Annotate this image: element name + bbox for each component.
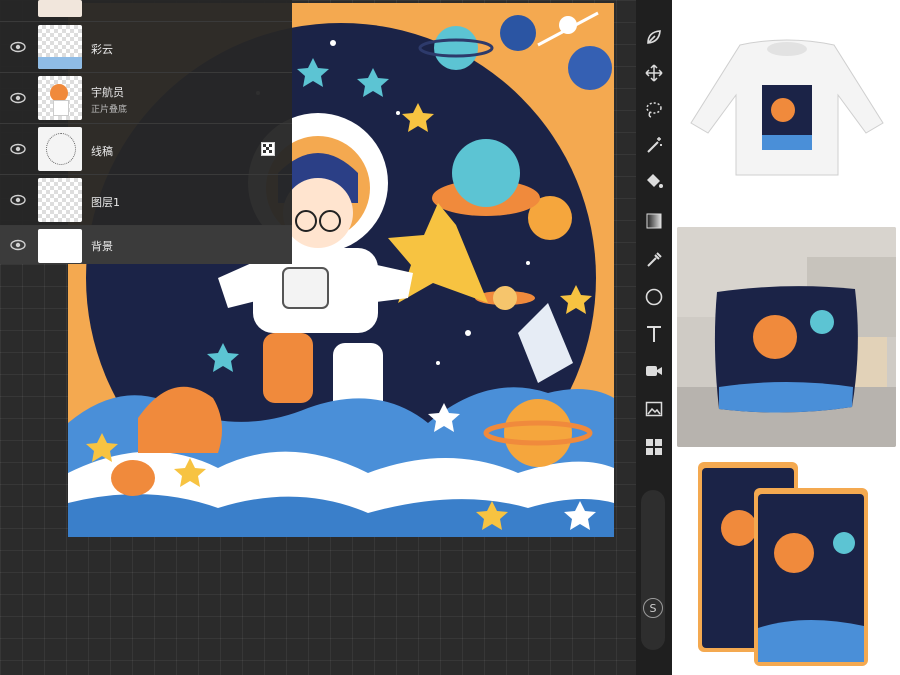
layer-row[interactable]: 线稿 (0, 123, 292, 174)
alpha-lock-icon[interactable] (261, 142, 275, 156)
eye-icon[interactable] (10, 90, 26, 106)
layer-name: 图层1 (91, 196, 120, 209)
sweatshirt-mockup (678, 5, 896, 217)
layer-row[interactable]: 图层1 (0, 174, 292, 225)
layer-name: 线稿 (91, 145, 113, 158)
gradient-icon[interactable] (644, 211, 664, 231)
layer-thumbnail-empty (38, 178, 82, 222)
layer-thumbnail (38, 0, 82, 17)
eye-icon[interactable] (10, 192, 26, 208)
ellipse-icon[interactable] (644, 287, 664, 307)
move-icon[interactable] (644, 63, 664, 83)
layer-thumbnail-astronaut (38, 76, 82, 120)
eyedropper-icon[interactable] (644, 250, 664, 270)
layer-row-partial[interactable] (0, 0, 292, 20)
s-button[interactable]: S (643, 598, 663, 618)
layer-thumbnail-clouds (38, 25, 82, 69)
eye-icon[interactable] (10, 237, 26, 253)
layer-thumbnail-lineart (38, 127, 82, 171)
grid-icon[interactable] (644, 437, 664, 457)
blend-mode-label: 正片叠底 (91, 105, 128, 115)
image-icon[interactable] (644, 399, 664, 419)
drawing-app: 彩云 宇航员 正片叠底 线稿 图层1 背景 S (0, 0, 672, 675)
layers-panel: 彩云 宇航员 正片叠底 线稿 图层1 背景 (0, 0, 292, 264)
lasso-icon[interactable] (644, 99, 664, 119)
layer-name: 背景 (91, 240, 113, 253)
eye-icon[interactable] (10, 39, 26, 55)
layer-row[interactable]: 宇航员 正片叠底 (0, 72, 292, 123)
paint-bucket-icon[interactable] (644, 171, 664, 191)
video-icon[interactable] (644, 361, 664, 381)
layer-row-selected[interactable]: 背景 (0, 225, 292, 264)
size-slider[interactable] (641, 490, 665, 650)
pillow-mockup (677, 227, 896, 447)
layer-name: 宇航员 (91, 86, 124, 99)
layer-thumbnail-white (38, 229, 82, 263)
magic-wand-icon[interactable] (644, 135, 664, 155)
layer-name: 彩云 (91, 43, 113, 56)
leaf-icon[interactable] (644, 27, 664, 47)
layer-row[interactable]: 彩云 (0, 21, 292, 72)
cases-mockup (694, 458, 872, 670)
text-icon[interactable] (644, 324, 664, 344)
eye-icon[interactable] (10, 141, 26, 157)
